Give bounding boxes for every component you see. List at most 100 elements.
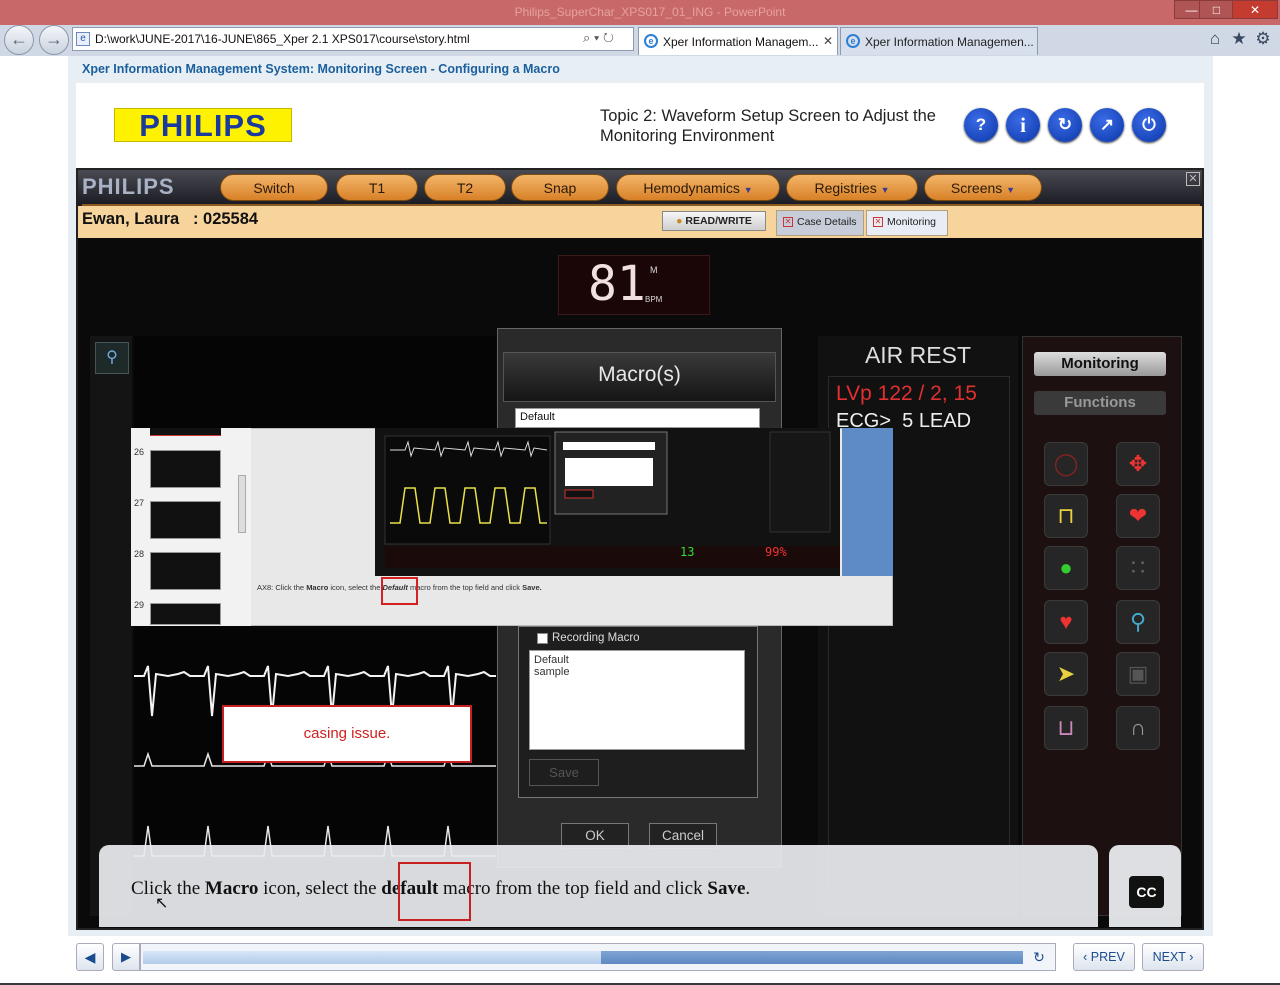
closed-captions-button[interactable]: CC <box>1129 876 1164 908</box>
nav-screens-button[interactable]: Screens ▼ <box>924 174 1042 201</box>
waveform-area <box>134 336 496 916</box>
close-tab-icon[interactable]: ✕ <box>823 34 833 48</box>
ie-icon: e <box>644 34 658 48</box>
reference-image: 13 99% <box>375 428 840 576</box>
ecg-waveforms <box>134 665 496 857</box>
macro-list[interactable]: Default sample <box>529 650 745 750</box>
prev-button[interactable]: ‹ PREV <box>1073 943 1135 971</box>
back-arrow-icon: ← <box>10 29 28 49</box>
help-icon: ? <box>975 115 987 134</box>
restart-button[interactable]: ↻ <box>1048 108 1082 142</box>
spectrum-icon[interactable]: ⊔ <box>1044 706 1088 750</box>
search-icon[interactable]: ⌕ <box>583 30 590 45</box>
recording-macro-label: Recording Macro <box>552 632 640 644</box>
heart-arrow-icon[interactable]: ❤ <box>1116 494 1160 538</box>
tab-monitoring[interactable]: ✕ Monitoring <box>866 210 948 236</box>
caption-part: Macro <box>204 878 259 899</box>
heart-rate-value: 81 <box>588 256 646 312</box>
browser-tab[interactable]: e Xper Information Managemen... <box>840 27 1038 55</box>
next-button[interactable]: NEXT › <box>1142 943 1204 971</box>
home-icon[interactable]: ⌂ <box>1204 28 1226 50</box>
heart-icon[interactable]: ♥ <box>1044 600 1088 644</box>
logo-text: PHILIPS <box>139 108 267 143</box>
caption-part: icon, select the <box>258 878 382 899</box>
address-tools: ⌕ ▾ ↻ <box>583 30 614 46</box>
exit-button[interactable]: ⏻ <box>1132 108 1166 142</box>
arrow-icon[interactable]: ➤ <box>1044 652 1088 696</box>
play-button[interactable]: ▶ <box>112 943 140 971</box>
slide-number: 28 <box>134 549 145 559</box>
read-write-button[interactable]: ● READ/WRITE <box>662 211 766 231</box>
list-item[interactable]: Default <box>534 654 740 666</box>
address-url: D:\work\JUNE-2017\16-JUNE\865_Xper 2.1 X… <box>95 32 470 46</box>
nav-t1-button[interactable]: T1 <box>336 174 418 201</box>
functions-tab[interactable]: Functions <box>1034 391 1166 415</box>
close-icon[interactable]: ✕ <box>1186 172 1200 186</box>
zoom-icon[interactable]: ✥ <box>1116 442 1160 486</box>
nav-snap-button[interactable]: Snap <box>511 174 609 201</box>
settings-icon[interactable]: ⚙ <box>1252 28 1274 50</box>
forward-arrow-icon: → <box>45 29 63 49</box>
lvp-reading: LVp 122 / 2, 15 <box>836 382 977 405</box>
heart-rate-unit: BPM <box>645 295 663 304</box>
caption-part: Macro <box>306 583 329 592</box>
close-icon[interactable]: ✕ <box>873 217 883 227</box>
back-button[interactable]: ← <box>4 25 34 55</box>
replay-icon[interactable]: ↻ <box>1030 948 1048 966</box>
patient-name: Ewan, Laura : 025584 <box>82 210 259 228</box>
nav-label: T2 <box>456 180 474 196</box>
recording-macro-checkbox[interactable] <box>537 633 548 644</box>
caption-part: macro from the top field and click <box>407 583 523 592</box>
condition-label: AIR REST <box>864 342 972 368</box>
info-button[interactable]: i <box>1006 108 1040 142</box>
maximize-button[interactable]: □ <box>1199 0 1234 19</box>
seek-progress <box>143 951 601 964</box>
macro-icon[interactable]: ⚲ <box>1116 600 1160 644</box>
nav-label: Switch <box>253 180 295 196</box>
page-icon: e <box>76 32 90 46</box>
svg-text:99%: 99% <box>765 545 787 559</box>
caption-part: macro from the top field and click <box>438 878 708 899</box>
slide-thumb <box>150 428 221 436</box>
slide-list-scrollbar[interactable] <box>238 475 246 533</box>
course-title: Xper Information Management System: Moni… <box>82 62 560 76</box>
address-bar[interactable]: e D:\work\JUNE-2017\16-JUNE\865_Xper 2.1… <box>72 27 634 51</box>
chevron-down-icon: ▼ <box>743 185 753 195</box>
list-item[interactable]: sample <box>534 666 740 678</box>
navigate-button[interactable]: ↗ <box>1090 108 1124 142</box>
favorites-icon[interactable]: ★ <box>1228 28 1250 50</box>
close-window-button[interactable]: ✕ <box>1232 0 1278 19</box>
help-button[interactable]: ? <box>964 108 998 142</box>
macro-top-field[interactable]: Default <box>515 408 760 428</box>
power-icon: ⏻ <box>1142 115 1156 134</box>
speaker-icon: ◀ <box>84 949 96 965</box>
browser-tab-active[interactable]: e Xper Information Managem... ✕ <box>638 27 838 55</box>
nav-switch-button[interactable]: Switch <box>220 174 328 201</box>
nav-t2-button[interactable]: T2 <box>424 174 506 201</box>
grid-icon[interactable]: ∷ <box>1116 546 1160 590</box>
waveform-icon[interactable]: ⊓ <box>1044 494 1088 538</box>
display-icon[interactable]: ◯ <box>1044 442 1088 486</box>
slide-thumb[interactable] <box>150 501 221 539</box>
monitoring-tab[interactable]: Monitoring <box>1034 352 1166 376</box>
layers-icon[interactable]: ▣ <box>1116 652 1160 696</box>
nav-hemodynamics-button[interactable]: Hemodynamics ▼ <box>616 174 780 201</box>
layout-icon[interactable]: ⚲ <box>95 342 129 374</box>
volume-button[interactable]: ◀ <box>76 943 104 971</box>
chevron-down-icon: ▼ <box>880 185 890 195</box>
slide-thumb[interactable] <box>150 450 221 488</box>
forward-button[interactable]: → <box>39 25 69 55</box>
macro-save-button[interactable]: Save <box>529 759 599 786</box>
close-icon[interactable]: ✕ <box>783 217 793 227</box>
tab-label: Case Details <box>797 216 857 228</box>
chevron-down-icon: ▼ <box>1006 185 1016 195</box>
record-icon[interactable]: ● <box>1044 546 1088 590</box>
reference-side-panel <box>842 428 893 576</box>
slide-thumb[interactable] <box>150 603 221 625</box>
slide-thumb[interactable] <box>150 552 221 590</box>
refresh-icon[interactable]: ↻ <box>603 30 614 45</box>
curve-icon[interactable]: ∩ <box>1116 706 1160 750</box>
tab-case-details[interactable]: ✕ Case Details <box>776 210 864 236</box>
dropdown-icon[interactable]: ▾ <box>594 30 603 45</box>
nav-registries-button[interactable]: Registries ▼ <box>786 174 918 201</box>
